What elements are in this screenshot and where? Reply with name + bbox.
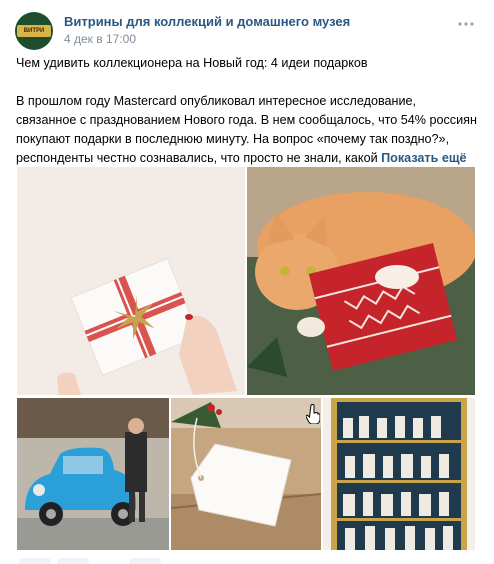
photo-figurine-cabinet[interactable] <box>323 398 475 550</box>
post-text: Чем удивить коллекционера на Новый год: … <box>16 54 478 168</box>
more-horizontal-icon <box>458 22 474 26</box>
gift-box-image <box>17 167 245 395</box>
figurine-cabinet-image <box>323 398 475 550</box>
post-date-link[interactable]: 4 дек в 17:00 <box>64 32 136 46</box>
kraft-gift-image <box>171 398 321 550</box>
photo-cat-with-gift[interactable] <box>247 167 475 395</box>
hand-pointer-cursor <box>306 404 320 424</box>
show-more-link[interactable]: Показать ещё <box>381 151 466 165</box>
group-name-link[interactable]: Витрины для коллекций и домашнего музея <box>64 14 350 29</box>
group-logo: ВИТРИ <box>17 25 51 37</box>
post-actions-partial <box>19 558 161 564</box>
group-avatar[interactable]: ВИТРИ <box>15 12 53 50</box>
photo-blue-car[interactable] <box>17 398 169 550</box>
photo-gift-box[interactable] <box>17 167 245 395</box>
cat-gift-image <box>247 167 475 395</box>
post-title: Чем удивить коллекционера на Новый год: … <box>16 56 368 70</box>
wall-post: ВИТРИ Витрины для коллекций и домашнего … <box>0 0 494 564</box>
group-logo-text: ВИТРИ <box>23 28 45 34</box>
post-body-paragraph: В прошлом году Mastercard опубликовал ин… <box>16 92 478 168</box>
blue-car-image <box>17 398 169 550</box>
photo-kraft-gift[interactable] <box>171 398 321 550</box>
more-options-button[interactable] <box>458 18 474 30</box>
